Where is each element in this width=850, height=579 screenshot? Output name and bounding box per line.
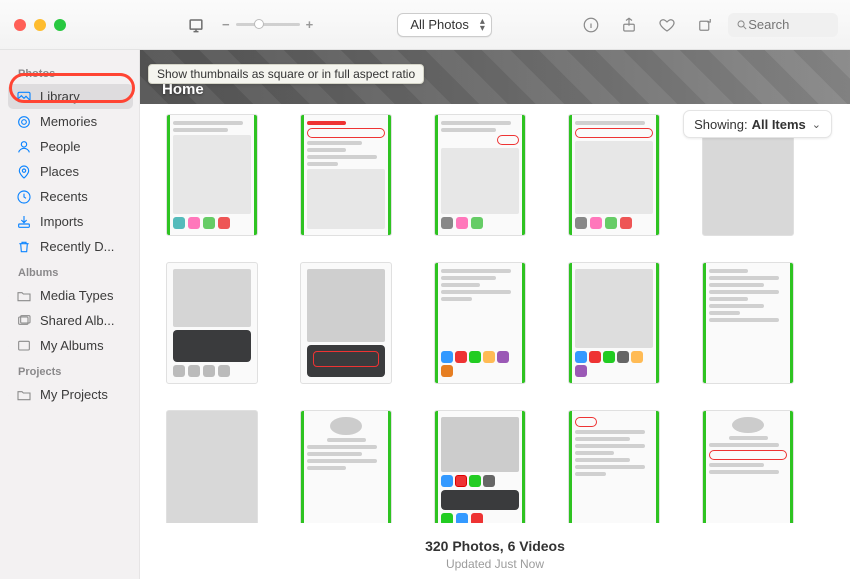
sidebar-item-places[interactable]: Places [8,159,133,184]
filter-prefix: Showing: [694,117,747,132]
view-popup-label: All Photos [410,17,469,32]
sidebar-item-label: Places [40,164,79,179]
photo-thumbnail[interactable] [300,410,392,523]
shared-album-icon [16,313,32,329]
item-count: 320 Photos, 6 Videos [140,538,850,554]
recents-icon [16,189,32,205]
aspect-ratio-tooltip: Show thumbnails as square or in full asp… [148,64,424,84]
sidebar-item-recently-deleted[interactable]: Recently D... [8,234,133,259]
sidebar-item-library[interactable]: Library [8,84,133,109]
zoom-out-icon[interactable]: − [222,17,230,32]
photo-thumbnail[interactable] [434,262,526,384]
window-controls [14,19,66,31]
imports-icon [16,214,32,230]
section-projects: Projects [18,366,133,378]
sidebar-item-media-types[interactable]: 〉 Media Types [8,283,133,308]
photo-thumbnail[interactable] [568,410,660,523]
sidebar-item-people[interactable]: People [8,134,133,159]
people-icon [16,139,32,155]
sidebar-item-label: Media Types [40,288,113,303]
sidebar-item-recents[interactable]: Recents [8,184,133,209]
favorite-button[interactable] [652,13,682,37]
library-footer: 320 Photos, 6 Videos Updated Just Now [140,538,850,571]
sidebar-item-memories[interactable]: Memories [8,109,133,134]
photo-thumbnail[interactable] [702,410,794,523]
photo-thumbnail[interactable] [434,410,526,523]
zoom-thumb[interactable] [254,19,264,29]
library-icon [16,89,32,105]
photo-thumbnail[interactable] [166,114,258,236]
filter-chip[interactable]: Showing: All Items ⌄ [683,110,832,138]
rotate-button[interactable] [690,13,720,37]
sidebar-item-my-projects[interactable]: 〉 My Projects [8,382,133,407]
sidebar-item-label: Recently D... [40,239,114,254]
sidebar-item-label: My Projects [40,387,108,402]
memories-icon [16,114,32,130]
places-icon [16,164,32,180]
sidebar-item-label: Shared Alb... [40,313,114,328]
updated-status: Updated Just Now [140,557,850,571]
close-window-button[interactable] [14,19,26,31]
sidebar-item-imports[interactable]: Imports [8,209,133,234]
photo-thumbnail[interactable] [300,114,392,236]
trash-icon [16,239,32,255]
sidebar-item-label: Library [40,89,80,104]
photo-thumbnail[interactable] [702,262,794,384]
search-field[interactable] [728,13,838,37]
search-input[interactable] [748,17,830,32]
photo-thumbnail[interactable] [166,410,258,523]
content-area: Home Showing: All Items ⌄ [140,50,850,579]
chevron-down-icon: ⌄ [812,118,821,131]
photo-thumbnail[interactable] [434,114,526,236]
photo-thumbnail[interactable] [568,262,660,384]
sidebar-item-my-albums[interactable]: 〉 My Albums [8,333,133,358]
view-popup[interactable]: All Photos ▴▾ [397,13,492,37]
info-button[interactable] [576,13,606,37]
folder-icon [16,288,32,304]
sidebar-item-label: Recents [40,189,88,204]
sidebar: Photos Library Memories People Places Re… [0,50,140,579]
photo-thumbnail[interactable] [568,114,660,236]
updown-chevron-icon: ▴▾ [480,18,485,32]
filter-value: All Items [752,117,806,132]
search-icon [736,18,748,32]
zoom-in-icon[interactable]: + [306,17,314,32]
sidebar-item-label: People [40,139,80,154]
chevron-right-icon[interactable]: 〉 [8,338,14,353]
zoom-track[interactable] [236,23,300,26]
photo-thumbnail[interactable] [166,262,258,384]
sidebar-item-shared-albums[interactable]: 〉 Shared Alb... [8,308,133,333]
aspect-ratio-button[interactable] [182,14,210,36]
album-icon [16,338,32,354]
sidebar-item-label: My Albums [40,338,104,353]
folder-icon [16,387,32,403]
chevron-right-icon[interactable]: 〉 [8,313,14,328]
chevron-right-icon[interactable]: 〉 [8,387,14,402]
section-albums: Albums [18,267,133,279]
photo-thumbnail[interactable] [300,262,392,384]
sidebar-item-label: Memories [40,114,97,129]
window-titlebar: − + All Photos ▴▾ [0,0,850,50]
thumbnail-grid [166,114,830,523]
fullscreen-window-button[interactable] [54,19,66,31]
share-button[interactable] [614,13,644,37]
sidebar-item-label: Imports [40,214,83,229]
zoom-slider[interactable]: − + [222,17,313,32]
thumbnail-grid-container[interactable] [140,108,850,523]
minimize-window-button[interactable] [34,19,46,31]
section-photos: Photos [18,68,133,80]
chevron-right-icon[interactable]: 〉 [8,288,14,303]
